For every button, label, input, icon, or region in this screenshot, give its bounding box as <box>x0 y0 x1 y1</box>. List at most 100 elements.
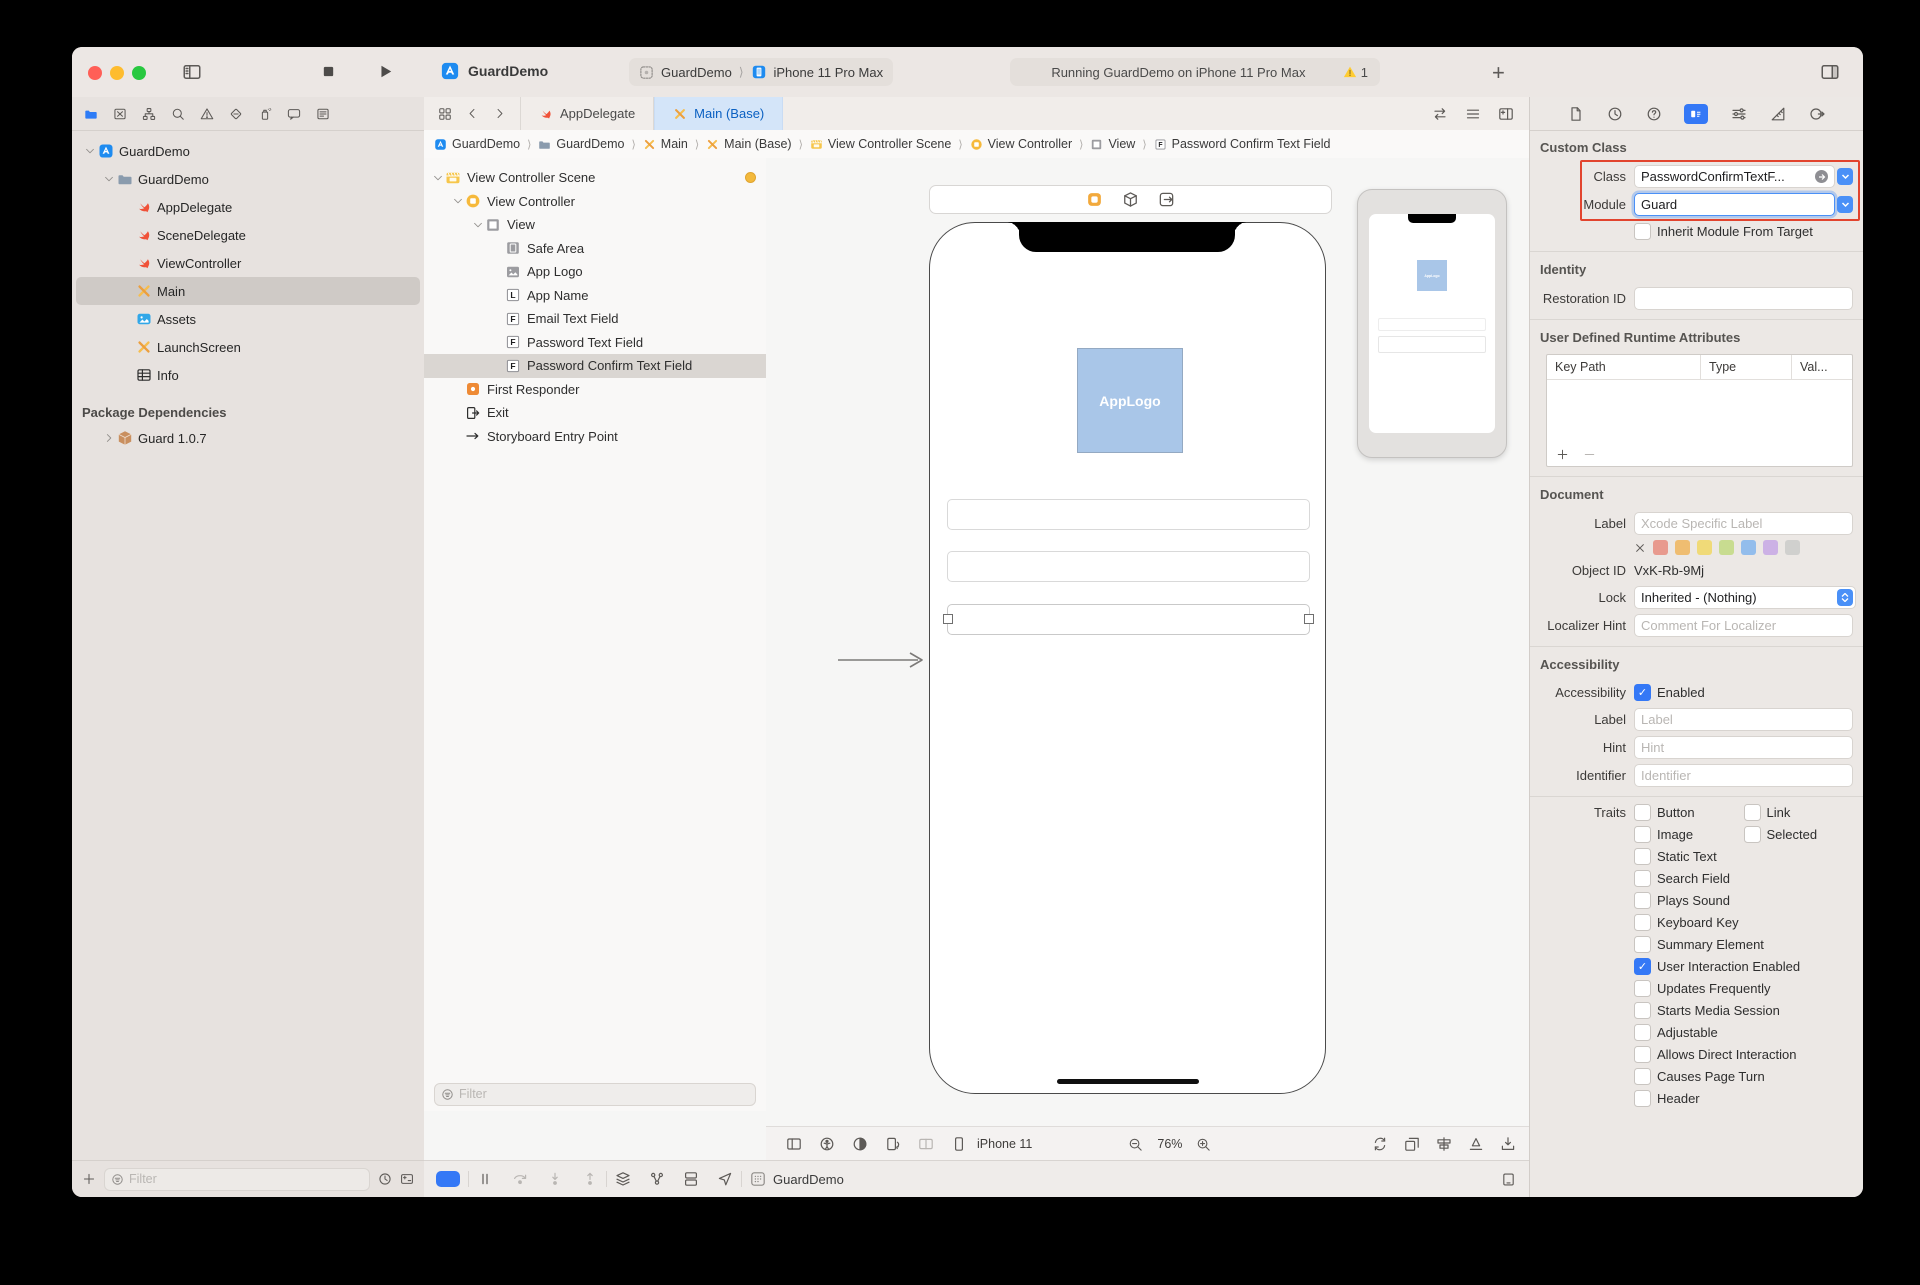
trait-static-text[interactable]: Static Text <box>1634 848 1717 865</box>
editor-tab-main-base-[interactable]: Main (Base) <box>654 97 783 130</box>
outline-item-storyboard-entry-point[interactable]: Storyboard Entry Point <box>424 425 766 449</box>
trait-search-field[interactable]: Search Field <box>1634 870 1730 887</box>
device-bezels-button[interactable] <box>786 1136 802 1152</box>
outline-filter-field[interactable]: Filter <box>434 1083 756 1106</box>
stop-button[interactable] <box>320 63 337 80</box>
trait-selected[interactable]: Selected <box>1744 826 1854 843</box>
document-label-field[interactable]: Xcode Specific Label <box>1634 512 1853 535</box>
inspector-tab-size[interactable] <box>1770 106 1786 122</box>
jumpbar-item-password-confirm-text-field[interactable]: FPassword Confirm Text Field <box>1154 137 1331 151</box>
fr-badge-button[interactable] <box>1122 191 1139 208</box>
navigator-tab-spray[interactable] <box>258 107 272 121</box>
add-attribute-button[interactable] <box>1556 448 1569 461</box>
interface-builder-canvas[interactable]: AppLogo AppLogo <box>766 158 1530 1111</box>
add-file-button[interactable] <box>82 1172 96 1186</box>
jumpbar-item-main-base-[interactable]: Main (Base) <box>706 137 791 151</box>
jump-bar[interactable]: GuardDemo⟩GuardDemo⟩Main⟩Main (Base)⟩Vie… <box>424 130 1530 159</box>
debug-device-button[interactable] <box>1501 1172 1530 1187</box>
vc-badge-button[interactable] <box>1086 191 1103 208</box>
class-popup-button[interactable] <box>1837 168 1853 185</box>
go-back-button[interactable] <box>466 107 479 120</box>
accessibility-enabled-checkbox[interactable]: ✓ Enabled <box>1634 684 1705 701</box>
swap-editors-button[interactable] <box>1432 106 1448 122</box>
step-into-button[interactable] <box>547 1171 563 1187</box>
navigator-tab-hierarchy[interactable] <box>142 107 156 121</box>
email-text-field[interactable] <box>947 499 1310 530</box>
view-hierarchy-button[interactable] <box>615 1171 631 1187</box>
accessibility-button[interactable] <box>819 1136 835 1152</box>
navigator-tab-warning[interactable] <box>200 107 214 121</box>
navigator-item-scenedelegate[interactable]: SceneDelegate <box>76 221 420 249</box>
align-button[interactable] <box>1436 1136 1452 1152</box>
password-confirm-text-field[interactable] <box>947 604 1310 635</box>
editor-options-button[interactable] <box>1465 106 1481 122</box>
inspector-tab-connections[interactable] <box>1809 106 1825 122</box>
navigator-item-appdelegate[interactable]: AppDelegate <box>76 193 420 221</box>
environment-overrides-button[interactable] <box>683 1171 699 1187</box>
module-popup-button[interactable] <box>1837 196 1853 213</box>
go-forward-button[interactable] <box>493 107 506 120</box>
memory-graph-button[interactable] <box>649 1171 665 1187</box>
trait-keyboard-key[interactable]: Keyboard Key <box>1634 914 1739 931</box>
toggle-inspector-button[interactable] <box>1820 62 1840 82</box>
acc-identifier-field[interactable]: Identifier <box>1634 764 1853 787</box>
remove-attribute-button[interactable] <box>1583 448 1596 461</box>
inspector-tab-attributes[interactable] <box>1731 106 1747 122</box>
breakpoints-toggle[interactable] <box>436 1171 460 1187</box>
outline-item-app-logo[interactable]: App Logo <box>424 260 766 284</box>
run-button[interactable] <box>377 63 394 80</box>
zoom-out-button[interactable] <box>1128 1137 1143 1152</box>
jumpbar-item-main[interactable]: Main <box>643 137 688 151</box>
navigator-item-guarddemo[interactable]: GuardDemo <box>76 137 420 165</box>
restoration-id-field[interactable] <box>1634 287 1853 310</box>
color-swatch-5[interactable] <box>1763 540 1778 555</box>
runtime-attributes-table[interactable]: Key Path Type Val... <box>1546 354 1853 467</box>
navigator-tab-folder[interactable] <box>84 107 98 121</box>
view-controller-canvas[interactable]: AppLogo <box>929 222 1326 1094</box>
pause-button[interactable] <box>477 1171 493 1187</box>
appearance-button[interactable] <box>852 1136 868 1152</box>
navigator-tab-search[interactable] <box>171 107 185 121</box>
navigator-item-info[interactable]: Info <box>76 361 420 389</box>
editor-tab-appdelegate[interactable]: AppDelegate <box>520 97 654 130</box>
outline-item-password-confirm-text-field[interactable]: FPassword Confirm Text Field <box>424 354 766 378</box>
split-view-button[interactable] <box>918 1136 934 1152</box>
selection-handle-right[interactable] <box>1304 614 1314 624</box>
exit-badge-button[interactable] <box>1158 191 1175 208</box>
navigator-item-viewcontroller[interactable]: ViewController <box>76 249 420 277</box>
device-button[interactable] <box>951 1136 967 1152</box>
trait-allows-direct-interaction[interactable]: Allows Direct Interaction <box>1634 1046 1796 1063</box>
step-out-button[interactable] <box>582 1171 598 1187</box>
navigator-item-guard-1-0-7[interactable]: Guard 1.0.7 <box>76 424 420 452</box>
add-tab-button[interactable]: + <box>1492 60 1505 86</box>
app-logo-image-view[interactable]: AppLogo <box>1077 348 1183 453</box>
color-swatch-1[interactable] <box>1675 540 1690 555</box>
device-label[interactable]: iPhone 11 <box>977 1137 1032 1151</box>
navigator-item-guarddemo[interactable]: GuardDemo <box>76 165 420 193</box>
color-swatch-2[interactable] <box>1697 540 1712 555</box>
trait-link[interactable]: Link <box>1744 804 1854 821</box>
outline-item-view-controller-scene[interactable]: View Controller Scene <box>424 166 766 190</box>
lock-popup[interactable]: Inherited - (Nothing) <box>1634 586 1856 609</box>
localizer-hint-field[interactable]: Comment For Localizer <box>1634 614 1853 637</box>
class-field[interactable]: PasswordConfirmTextF... <box>1634 165 1835 188</box>
jumpbar-item-view-controller-scene[interactable]: View Controller Scene <box>810 137 951 151</box>
outline-item-exit[interactable]: Exit <box>424 401 766 425</box>
password-text-field[interactable] <box>947 551 1310 582</box>
zoom-level[interactable]: 76% <box>1157 1137 1182 1151</box>
outline-item-first-responder[interactable]: First Responder <box>424 378 766 402</box>
trait-image[interactable]: Image <box>1634 826 1744 843</box>
source-control-filter-button[interactable] <box>400 1172 414 1186</box>
scheme-selector[interactable]: GuardDemo ⟩ iPhone 11 Pro Max <box>629 58 893 86</box>
step-over-button[interactable] <box>512 1171 528 1187</box>
inspector-tab-history[interactable] <box>1607 106 1623 122</box>
jumpbar-item-view-controller[interactable]: View Controller <box>970 137 1073 151</box>
recent-files-filter-button[interactable] <box>378 1172 392 1186</box>
zoom-in-button[interactable] <box>1196 1137 1211 1152</box>
jumpbar-item-guarddemo[interactable]: GuardDemo <box>434 137 520 151</box>
outline-item-password-text-field[interactable]: FPassword Text Field <box>424 331 766 355</box>
outline-item-app-name[interactable]: LApp Name <box>424 284 766 308</box>
trait-button[interactable]: Button <box>1634 804 1744 821</box>
add-editor-button[interactable] <box>1498 106 1514 122</box>
navigator-tab-boxed-x[interactable] <box>113 107 127 121</box>
